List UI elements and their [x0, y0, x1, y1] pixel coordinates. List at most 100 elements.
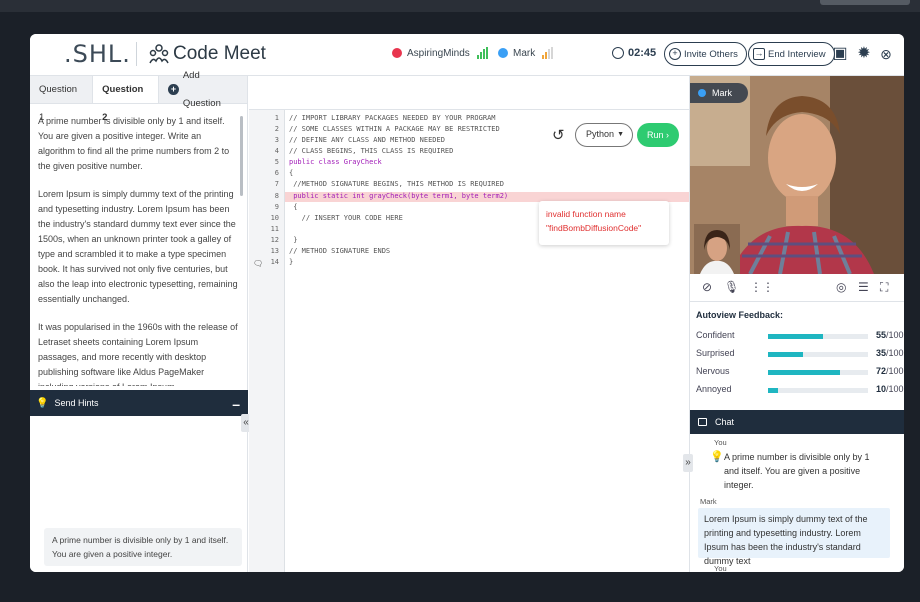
language-value: Python — [586, 129, 615, 139]
top-header: .SHL. Code Meet AspiringMinds Mark 02:45 — [30, 34, 904, 76]
participant-name: AspiringMinds — [407, 47, 470, 59]
participant-status-dot — [698, 89, 706, 97]
code-editor[interactable]: 1 2 3 4 5 6 7 8 9 10 11 12 13 14 🗨 // IM… — [249, 109, 689, 572]
signal-strength-icon — [542, 47, 554, 59]
code-line: { — [289, 203, 298, 211]
self-view-image — [694, 224, 740, 274]
collapse-right-panel-button[interactable]: » — [683, 454, 693, 472]
fullscreen-icon[interactable]: ⛶ — [880, 280, 888, 295]
code-line: { — [289, 169, 294, 177]
error-message: invalid function name — [546, 209, 626, 219]
feedback-label: Confident — [696, 330, 735, 340]
participant-status-dot — [498, 48, 508, 58]
error-detail: "findBombDiffusionCode" — [546, 223, 642, 233]
session-timer: 02:45 — [612, 47, 656, 59]
video-participant-name: Mark — [712, 88, 732, 98]
question-paragraph: Lorem Ipsum is simply dummy text of the … — [38, 189, 238, 304]
feedback-score: 10/100 — [876, 384, 904, 394]
line-number: 12 — [270, 236, 279, 244]
video-participant-tag: Mark — [690, 83, 748, 103]
participant-status-dot — [392, 48, 402, 58]
line-number: 3 — [274, 136, 279, 144]
invite-label: Invite Others — [684, 48, 738, 60]
reset-icon[interactable]: ↺ — [552, 126, 565, 144]
record-icon[interactable]: ◎ — [836, 280, 846, 294]
feedback-bar — [768, 388, 868, 393]
feedback-bar — [768, 334, 868, 339]
monitor-camera — [820, 0, 910, 5]
plus-icon: + — [168, 84, 179, 95]
line-number: 1 — [274, 114, 279, 122]
line-number: 13 — [270, 247, 279, 255]
close-icon[interactable]: ⊗ — [876, 44, 896, 64]
code-line: // IMPORT LIBRARY PACKAGES NEEDED BY YOU… — [289, 114, 496, 122]
line-number: 5 — [274, 158, 279, 166]
feedback-score: 55/100 — [876, 330, 904, 340]
right-panel: Mark ⊘ 🎙 ⋮⋮ ◎ ☰ ⛶ Autoview Feedback: Con… — [689, 76, 904, 572]
run-label: Run — [646, 130, 664, 140]
code-line: public static int grayCheck(byte term1, … — [289, 192, 509, 200]
invite-others-button[interactable]: + Invite Others — [664, 42, 747, 66]
language-select[interactable]: Python ▼ — [575, 123, 633, 147]
code-line: // CLASS BEGINS, THIS CLASS IS REQUIRED — [289, 147, 454, 155]
grid-icon[interactable]: ⋮⋮ — [750, 280, 774, 294]
app-window: .SHL. Code Meet AspiringMinds Mark 02:45 — [30, 34, 904, 572]
main-video-feed: Mark — [690, 76, 904, 274]
settings-sliders-icon[interactable]: ☰ — [858, 280, 869, 294]
line-number: 2 — [274, 125, 279, 133]
feedback-bar-fill — [768, 388, 778, 393]
feedback-score: 35/100 — [876, 348, 904, 358]
code-line: } — [289, 258, 294, 266]
feedback-row: Nervous 72/100 — [696, 364, 904, 382]
timer-value: 02:45 — [628, 47, 657, 59]
question-scrollbar[interactable] — [240, 116, 243, 196]
chat-author: You — [714, 564, 727, 572]
tab-question-2[interactable]: Question 2 — [93, 76, 160, 123]
line-number: 6 — [274, 169, 279, 177]
tab-question-1[interactable]: Question 1 — [30, 76, 94, 123]
run-button[interactable]: Run › — [637, 123, 679, 147]
question-tabs: Question 1 Question 2 + Add Question — [30, 70, 247, 123]
header-divider — [136, 42, 137, 66]
code-line: //METHOD SIGNATURE BEGINS, THIS METHOD I… — [289, 180, 504, 188]
gear-icon[interactable]: ✹ — [854, 44, 874, 64]
self-view-video[interactable] — [694, 224, 740, 274]
participant-name: Mark — [513, 47, 536, 59]
video-controls: ⊘ 🎙 ⋮⋮ ◎ ☰ ⛶ — [690, 274, 904, 302]
question-paragraph: It was popularised in the 1960s with the… — [38, 322, 238, 386]
plus-circle-icon: + — [669, 48, 681, 60]
feedback-label: Annoyed — [696, 384, 732, 394]
feedback-score: 72/100 — [876, 366, 904, 376]
feedback-bar — [768, 352, 868, 357]
line-number: 4 — [274, 147, 279, 155]
comment-icon[interactable]: 🗨 — [253, 259, 263, 268]
error-tooltip: invalid function name "findBombDiffusion… — [539, 201, 669, 245]
exit-icon: → — [753, 48, 765, 60]
send-hints-header[interactable]: 💡 Send Hints – — [30, 390, 248, 416]
lightbulb-icon: 💡 — [710, 451, 724, 463]
shl-logo: .SHL. — [64, 40, 131, 68]
feedback-row: Confident 55/100 — [696, 328, 904, 346]
chat-title: Chat — [715, 417, 735, 427]
autoview-feedback: Autoview Feedback: Confident 55/100 Surp… — [690, 302, 904, 410]
screen-share-icon[interactable]: ▣ — [830, 44, 850, 64]
chat-header[interactable]: Chat — [690, 410, 904, 434]
lightbulb-icon: 💡 — [36, 397, 49, 409]
question-panel: Question 1 Question 2 + Add Question A p… — [30, 70, 248, 572]
chat-author: You — [714, 438, 727, 447]
feedback-bar-fill — [768, 334, 823, 339]
signal-strength-icon — [476, 47, 489, 59]
chat-author: Mark — [700, 497, 717, 506]
feedback-row: Annoyed 10/100 — [696, 382, 904, 400]
line-number: 8 — [274, 192, 279, 200]
feedback-bar — [768, 370, 868, 375]
microphone-icon[interactable]: 🎙 — [724, 280, 739, 294]
feedback-row: Surprised 35/100 — [696, 346, 904, 364]
collapse-icon[interactable]: – — [232, 396, 240, 412]
chat-message-text: A prime number is divisible only by 1 an… — [724, 452, 870, 490]
end-interview-button[interactable]: → End Interview — [748, 42, 835, 66]
hint-card[interactable]: A prime number is divisible only by 1 an… — [44, 528, 242, 566]
add-question-button[interactable]: + Add Question — [159, 70, 247, 109]
clock-icon — [612, 47, 624, 59]
camera-off-icon[interactable]: ⊘ — [702, 280, 712, 294]
